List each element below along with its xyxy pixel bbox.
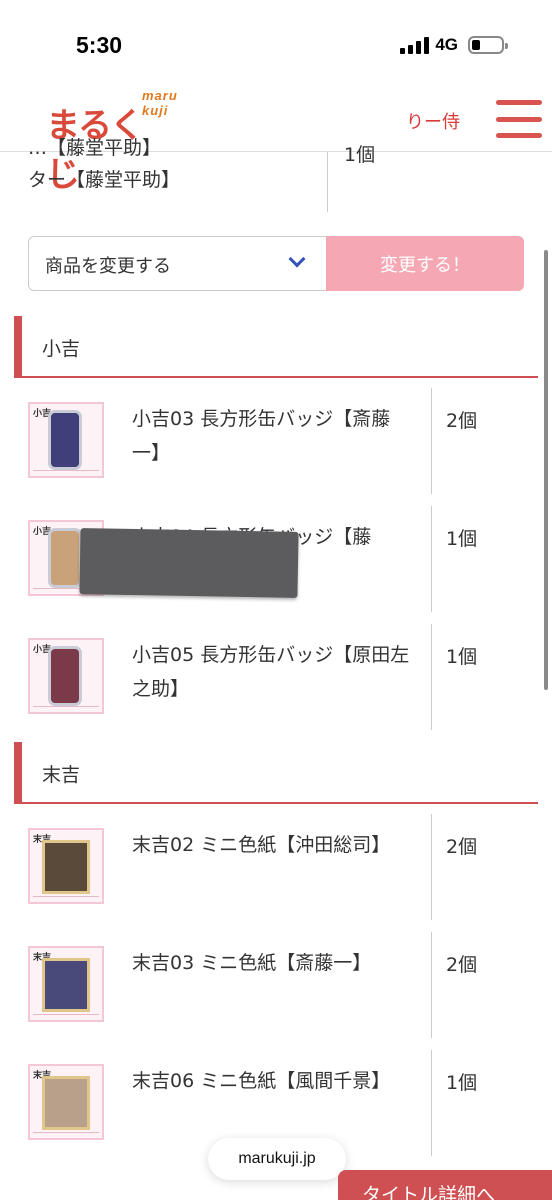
- battery-icon: [468, 36, 508, 54]
- title-detail-button[interactable]: タイトル詳細へ: [338, 1170, 552, 1200]
- item-quantity: 1個: [446, 646, 478, 668]
- section-label: 末吉: [42, 764, 81, 786]
- list-item[interactable]: 末吉 末吉02 ミニ色紙【沖田総司】 2個: [0, 814, 552, 920]
- browser-url-bar[interactable]: marukuji.jp: [208, 1138, 346, 1180]
- item-quantity: 1個: [446, 528, 478, 550]
- item-quantity: 2個: [446, 836, 478, 858]
- item-thumbnail: 小吉: [28, 638, 104, 714]
- change-button[interactable]: 変更する！: [326, 236, 524, 291]
- item-name: 末吉03 ミニ色紙【斎藤一】: [132, 952, 372, 974]
- item-name: 小吉03 長方形缶バッジ【斎藤一】: [132, 408, 391, 464]
- item-quantity: 2個: [446, 410, 478, 432]
- product-select-value: 商品を変更する: [45, 256, 171, 277]
- section-label: 小吉: [42, 338, 81, 360]
- status-time: 5:30: [76, 32, 123, 58]
- list-item[interactable]: 小吉 小吉05 長方形缶バッジ【原田左之助】 1個: [0, 624, 552, 730]
- section-header-shoukichi: 小吉: [14, 316, 538, 378]
- network-type: 4G: [435, 35, 458, 54]
- item-thumbnail: 末吉: [28, 828, 104, 904]
- scrollbar[interactable]: [544, 250, 548, 690]
- item-thumbnail: 末吉: [28, 1064, 104, 1140]
- signal-icon: [400, 36, 430, 54]
- product-select[interactable]: 商品を変更する: [28, 236, 328, 291]
- item-name: 小吉05 長方形缶バッジ【原田左之助】: [132, 644, 410, 700]
- battery-fill: [472, 40, 480, 50]
- item-name: 末吉02 ミニ色紙【沖田総司】: [132, 834, 391, 856]
- item-name: …【藤堂平助】 ター【藤堂平助】: [28, 137, 181, 191]
- item-quantity: 2個: [446, 954, 478, 976]
- list-item[interactable]: 末吉 末吉03 ミニ色紙【斎藤一】 2個: [0, 932, 552, 1038]
- status-indicators: 4G: [400, 34, 508, 56]
- item-name: 末吉06 ミニ色紙【風間千景】: [132, 1070, 391, 1092]
- item-quantity: 1個: [344, 144, 376, 166]
- item-quantity: 1個: [446, 1072, 478, 1094]
- table-row: …【藤堂平助】 ター【藤堂平助】 1個: [0, 137, 552, 212]
- redaction-block: [79, 528, 299, 598]
- list-item[interactable]: 小吉 小吉03 長方形缶バッジ【斎藤一】 2個: [0, 388, 552, 494]
- status-bar: 5:30 4G: [0, 0, 552, 84]
- user-name-link[interactable]: りー侍: [406, 108, 460, 134]
- hamburger-menu-icon[interactable]: [496, 100, 542, 138]
- item-thumbnail: 末吉: [28, 946, 104, 1022]
- item-thumbnail: 小吉: [28, 402, 104, 478]
- section-header-suekichi: 末吉: [14, 742, 538, 804]
- chevron-down-icon: [288, 250, 306, 268]
